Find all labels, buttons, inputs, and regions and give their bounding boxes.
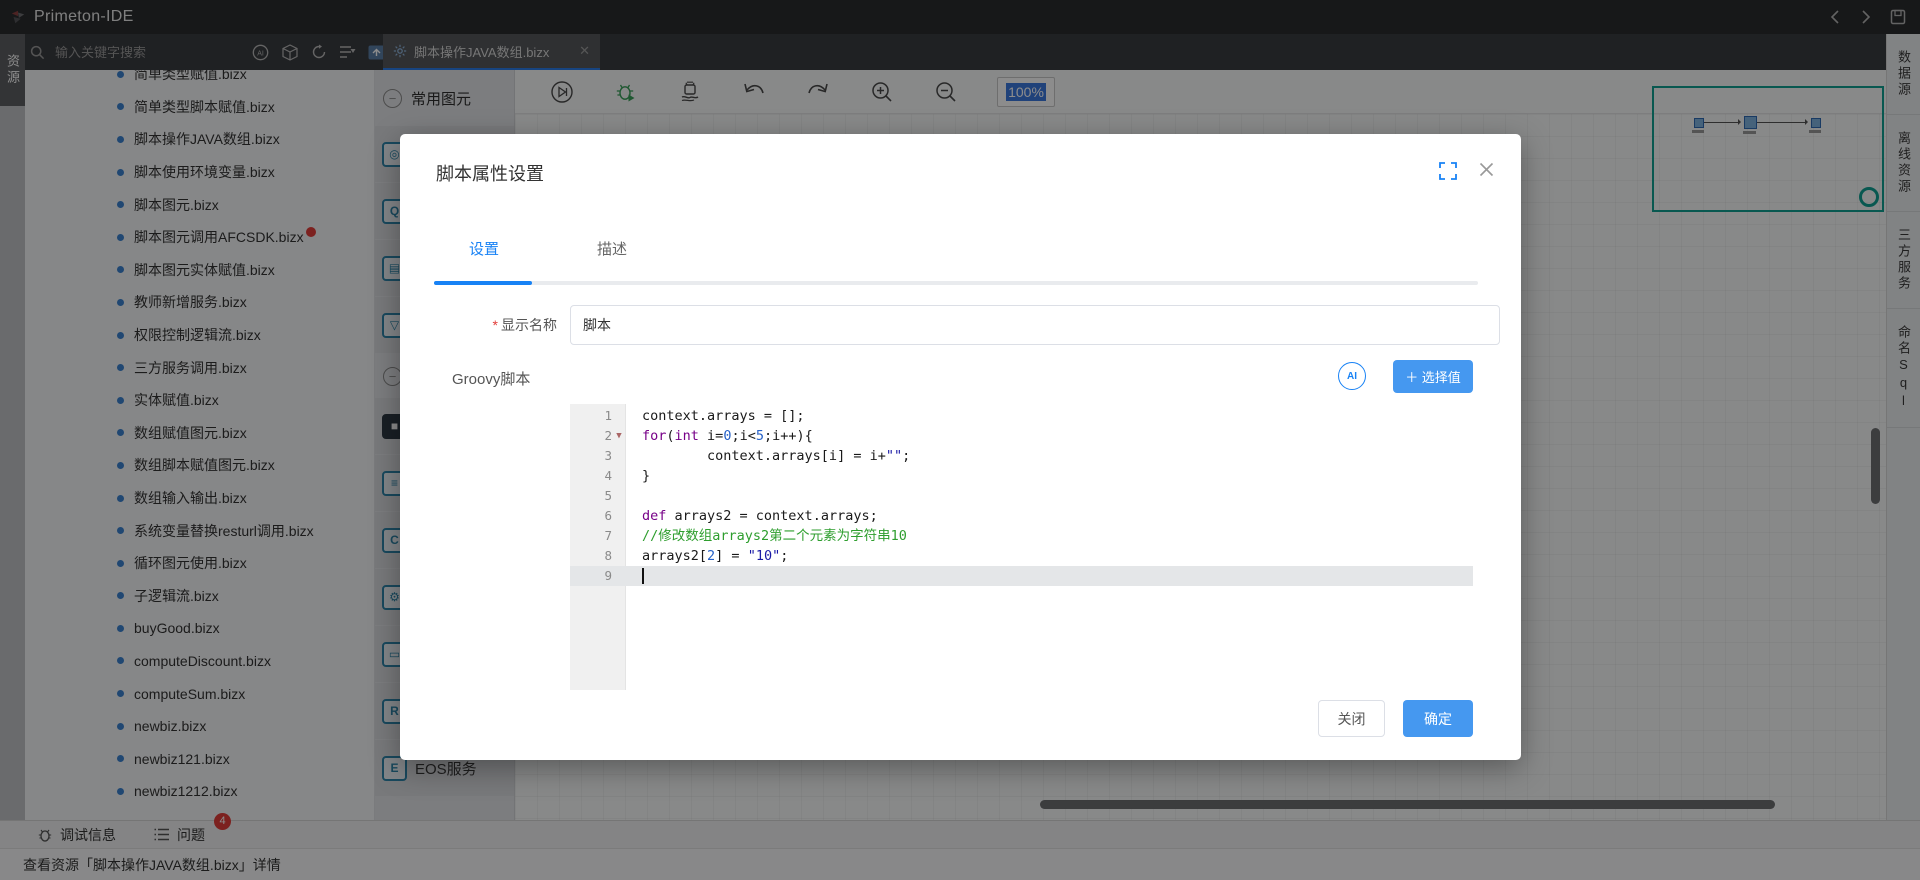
display-name-label: * 显示名称	[492, 317, 557, 333]
line-number: 1	[604, 408, 612, 423]
text-cursor	[642, 568, 644, 584]
required-asterisk: *	[492, 317, 498, 333]
code-line[interactable]: 6 def arrays2 = context.arrays;	[570, 506, 1473, 526]
code-text: }	[642, 468, 651, 484]
code-text: //修改数组arrays2第二个元素为字符串10	[642, 528, 907, 544]
script-properties-dialog: 脚本属性设置 设置 描述 *显示名称 Groovy脚本 AI ＋ 选择值 1 co…	[400, 134, 1521, 760]
line-number: 3	[604, 448, 612, 463]
fold-gutter	[612, 446, 626, 466]
tab-settings[interactable]: 设置	[436, 238, 532, 275]
code-text: for(int i=0;i<5;i++){	[642, 428, 813, 444]
groovy-code-editor[interactable]: 1 context.arrays = []; 2 ▼ for(int i=0;i<5;i…	[570, 404, 1473, 690]
fold-gutter	[612, 546, 626, 566]
code-text	[626, 566, 644, 586]
code-line[interactable]: 8 arrays2[2] = "10";	[570, 546, 1473, 566]
tab-underline-track	[434, 281, 1478, 285]
code-line[interactable]: 7 //修改数组arrays2第二个元素为字符串10	[570, 526, 1473, 546]
select-value-button[interactable]: ＋ 选择值	[1393, 360, 1473, 393]
line-number: 9	[604, 568, 612, 583]
ok-button[interactable]: 确定	[1403, 700, 1473, 737]
app-window: Primeton-IDE AI	[0, 0, 1920, 880]
code-text: def arrays2 = context.arrays;	[642, 508, 878, 524]
fold-gutter	[612, 486, 626, 506]
tab-underline-active	[434, 281, 532, 285]
code-text: context.arrays = [];	[642, 408, 805, 424]
code-line[interactable]: 3 context.arrays[i] = i+"";	[570, 446, 1473, 466]
line-number: 7	[604, 528, 612, 543]
line-number: 2	[604, 428, 612, 443]
line-number: 8	[604, 548, 612, 563]
line-number: 5	[604, 488, 612, 503]
code-line[interactable]: 9	[570, 566, 1473, 586]
fullscreen-icon[interactable]	[1439, 162, 1457, 180]
editor-lines: 1 context.arrays = []; 2 ▼ for(int i=0;i<5;i…	[570, 406, 1473, 586]
fold-marker-icon[interactable]: ▼	[612, 426, 626, 446]
code-line[interactable]: 4}	[570, 466, 1473, 486]
fold-gutter	[612, 466, 626, 486]
code-text: arrays2[2] = "10";	[642, 548, 789, 564]
fold-gutter	[612, 506, 626, 526]
dialog-title: 脚本属性设置	[436, 164, 544, 184]
line-number: 4	[604, 468, 612, 483]
close-button[interactable]: 关闭	[1318, 700, 1385, 737]
dialog-footer: 关闭 确定	[1318, 700, 1473, 737]
display-name-input[interactable]	[570, 305, 1500, 345]
code-line[interactable]: 2 ▼ for(int i=0;i<5;i++){	[570, 426, 1473, 446]
close-icon[interactable]	[1479, 162, 1495, 178]
fold-gutter	[612, 526, 626, 546]
code-text: context.arrays[i] = i+"";	[642, 448, 911, 464]
code-line[interactable]: 1 context.arrays = [];	[570, 406, 1473, 426]
tab-description[interactable]: 描述	[564, 238, 660, 275]
groovy-script-label: Groovy脚本	[452, 371, 531, 388]
code-line[interactable]: 5	[570, 486, 1473, 506]
ai-assist-icon[interactable]: AI	[1338, 362, 1366, 390]
dialog-tabs: 设置 描述	[436, 238, 660, 275]
fold-gutter	[612, 566, 626, 586]
line-number: 6	[604, 508, 612, 523]
fold-gutter	[612, 406, 626, 426]
